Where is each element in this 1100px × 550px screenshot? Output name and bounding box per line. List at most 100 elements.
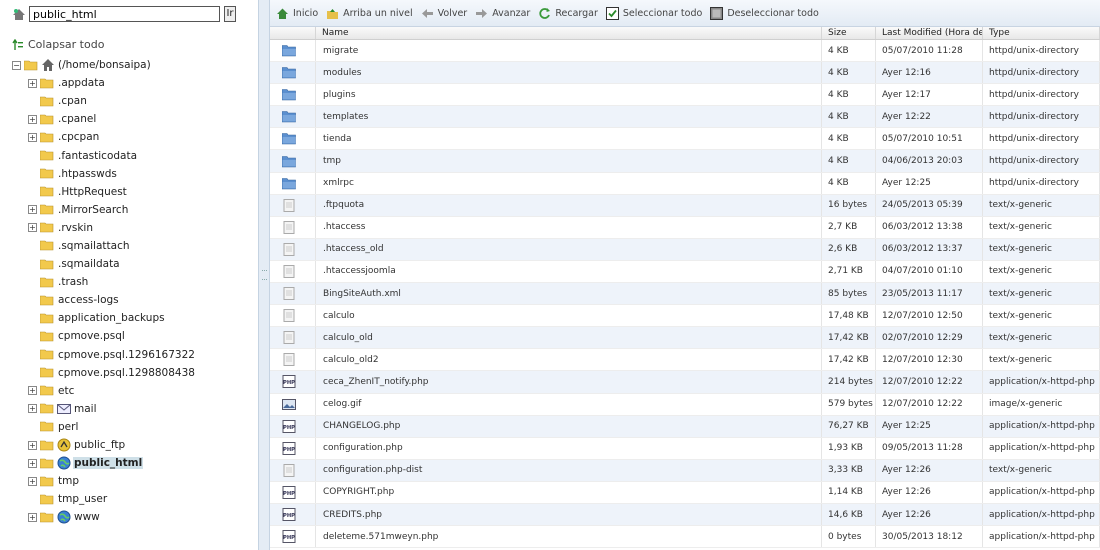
file-name[interactable]: tienda [316,128,822,150]
expand-toggle-icon[interactable]: + [28,440,37,450]
tree-item[interactable]: + etc [12,382,252,400]
file-row[interactable]: plugins 4 KB Ayer 12:17 httpd/unix-director… [270,84,1100,107]
collapse-all-link[interactable]: Colapsar todo [12,38,104,51]
file-row[interactable]: .htaccess 2,7 KB 06/03/2012 13:38 text/x-ge… [270,216,1100,239]
deselect-all-button[interactable]: Deseleccionar todo [710,6,819,20]
up-level-button[interactable]: Arriba un nivel [326,7,413,20]
file-name[interactable]: .ftpquota [316,194,822,216]
tree-root[interactable]: − (/home/bonsaipa) [12,56,252,74]
file-row[interactable]: calculo 17,48 KB 12/07/2010 12:50 text/x-ge… [270,305,1100,328]
tree-item[interactable]: cpmove.psql.1298808438 [12,364,252,382]
file-name[interactable]: CREDITS.php [316,503,822,526]
file-row[interactable]: configuration.php-dist 3,33 KB Ayer 12:26 t… [270,459,1100,482]
tree-item[interactable]: cpmove.psql [12,327,252,345]
collapse-toggle-icon[interactable]: − [12,60,21,70]
tree-item[interactable]: cpmove.psql.1296167322 [12,346,252,364]
path-input[interactable] [29,6,220,22]
file-name[interactable]: templates [316,106,822,128]
home-button[interactable]: Inicio [276,7,318,20]
file-name[interactable]: xmlrpc [316,172,822,194]
file-name[interactable]: migrate [316,40,822,62]
expand-toggle-icon[interactable]: + [28,512,37,522]
file-row[interactable]: .htaccessjoomla 2,71 KB 04/07/2010 01:10 te… [270,260,1100,284]
file-name[interactable]: calculo_old2 [316,349,822,371]
tree-item[interactable]: .fantasticodata [12,146,252,164]
file-row[interactable]: PHP ceca_ZhenIT_notify.php 214 bytes 12/07/… [270,371,1100,394]
splitter-grip[interactable] [262,270,267,280]
file-row[interactable]: PHP CREDITS.php 14,6 KB Ayer 12:26 applicati… [270,503,1100,527]
file-name[interactable]: calculo [316,305,822,327]
tree-item[interactable]: .cpan [12,92,252,110]
forward-button[interactable]: Avanzar [475,7,530,20]
tree-item[interactable]: .HttpRequest [12,183,252,201]
file-row[interactable]: PHP COPYRIGHT.php 1,14 KB Ayer 12:26 applica… [270,481,1100,504]
file-row[interactable]: migrate 4 KB 05/07/2010 11:28 httpd/unix-di… [270,40,1100,63]
tree-item[interactable]: + public_html [12,454,252,472]
file-row[interactable]: PHP configuration.php 1,93 KB 09/05/2013 11… [270,437,1100,460]
file-row[interactable]: celog.gif 579 bytes 12/07/2010 12:22 image/… [270,393,1100,416]
tree-item[interactable]: tmp_user [12,490,252,508]
file-name[interactable]: .htaccess [316,216,822,238]
file-row[interactable]: PHP deleteme.571mweyn.php 0 bytes 30/05/201… [270,526,1100,549]
file-name[interactable]: calculo_old [316,327,822,349]
go-button[interactable]: Ir [224,6,236,22]
tree-item[interactable]: .htpasswds [12,165,252,183]
tree-item[interactable]: + .cpanel [12,110,252,128]
file-name[interactable]: celog.gif [316,393,822,415]
file-row[interactable]: BingSiteAuth.xml 85 bytes 23/05/2013 11:17… [270,283,1100,306]
tree-item[interactable]: application_backups [12,309,252,327]
tree-item[interactable]: .sqmaildata [12,255,252,273]
file-name[interactable]: modules [316,62,822,84]
tree-item[interactable]: + mail [12,400,252,418]
file-name[interactable]: ceca_ZhenIT_notify.php [316,371,822,393]
tree-item[interactable]: + public_ftp [12,436,252,454]
expand-toggle-icon[interactable]: + [28,404,37,414]
file-name[interactable]: .htaccess_old [316,238,822,260]
expand-toggle-icon[interactable]: + [28,223,37,233]
tree-item[interactable]: + .MirrorSearch [12,201,252,219]
file-row[interactable]: .htaccess_old 2,6 KB 06/03/2012 13:37 text/… [270,238,1100,261]
expand-toggle-icon[interactable]: + [28,476,37,486]
reload-button[interactable]: Recargar [538,7,598,20]
file-row[interactable]: calculo_old2 17,42 KB 12/07/2010 12:30 text… [270,349,1100,372]
home-tree-icon[interactable] [12,7,26,21]
tree-item[interactable]: + www [12,508,252,526]
type-column-header[interactable]: Type [983,27,1100,39]
tree-item[interactable]: access-logs [12,291,252,309]
size-column-header[interactable]: Size [822,27,876,39]
file-name[interactable]: configuration.php-dist [316,459,822,481]
file-name[interactable]: BingSiteAuth.xml [316,283,822,305]
file-row[interactable]: xmlrpc 4 KB Ayer 12:25 httpd/unix-directory [270,172,1100,195]
select-all-button[interactable]: Seleccionar todo [605,6,702,20]
file-name[interactable]: deleteme.571mweyn.php [316,526,822,548]
expand-toggle-icon[interactable]: + [28,386,37,396]
file-name[interactable]: tmp [316,150,822,172]
file-row[interactable]: modules 4 KB Ayer 12:16 httpd/unix-director… [270,62,1100,85]
tree-item[interactable]: perl [12,418,252,436]
expand-toggle-icon[interactable]: + [28,132,37,142]
tree-item[interactable]: .sqmailattach [12,237,252,255]
tree-item[interactable]: + .appdata [12,74,252,92]
modified-column-header[interactable]: Last Modified (Hora de ve [876,27,983,39]
file-name[interactable]: CHANGELOG.php [316,415,822,437]
file-name[interactable]: .htaccessjoomla [316,260,822,283]
file-name[interactable]: plugins [316,84,822,106]
tree-item[interactable]: + .cpcpan [12,128,252,146]
back-button[interactable]: Volver [421,7,467,20]
expand-toggle-icon[interactable]: + [28,78,37,88]
file-name[interactable]: COPYRIGHT.php [316,481,822,503]
tree-item[interactable]: + tmp [12,472,252,490]
file-row[interactable]: .ftpquota 16 bytes 24/05/2013 05:39 text/x-… [270,194,1100,217]
expand-toggle-icon[interactable]: + [28,205,37,215]
icon-column-header[interactable] [270,27,316,39]
file-row[interactable]: tmp 4 KB 04/06/2013 20:03 httpd/unix-direct… [270,150,1100,173]
expand-toggle-icon[interactable]: + [28,114,37,124]
tree-item[interactable]: .trash [12,273,252,291]
name-column-header[interactable]: Name [316,27,822,39]
file-row[interactable]: templates 4 KB Ayer 12:22 httpd/unix-direct… [270,106,1100,129]
file-name[interactable]: configuration.php [316,437,822,459]
file-row[interactable]: tienda 4 KB 05/07/2010 10:51 httpd/unix-dir… [270,128,1100,151]
file-row[interactable]: calculo_old 17,42 KB 02/07/2010 12:29 text/… [270,327,1100,350]
expand-toggle-icon[interactable]: + [28,458,37,468]
file-row[interactable]: PHP CHANGELOG.php 76,27 KB Ayer 12:25 applic… [270,415,1100,438]
